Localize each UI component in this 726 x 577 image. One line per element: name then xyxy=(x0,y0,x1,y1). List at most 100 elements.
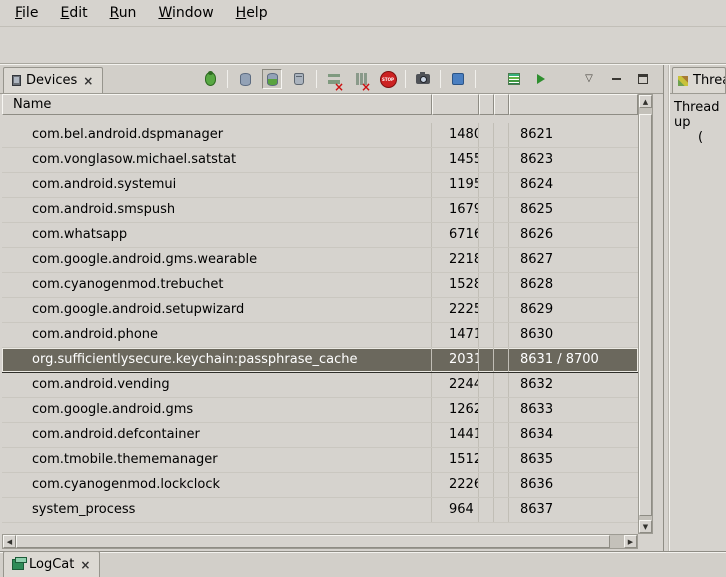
table-row[interactable]: org.sufficientlysecure.keychain:passphra… xyxy=(2,348,638,373)
cell-port: 8630 xyxy=(509,323,638,347)
horizontal-scroll-area: ◀ ▶ xyxy=(2,534,653,549)
scroll-up-icon[interactable]: ▲ xyxy=(639,95,652,108)
stop-process-icon[interactable]: STOP xyxy=(378,69,398,89)
table-row[interactable]: com.google.android.gms.wearable 22185 86… xyxy=(2,248,638,273)
method-profiling-icon[interactable] xyxy=(351,69,371,89)
scroll-down-icon[interactable]: ▼ xyxy=(639,520,652,533)
devices-panel: Devices × STOP xyxy=(0,65,664,551)
menu-edit[interactable]: Edit xyxy=(51,2,96,24)
cause-gc-icon[interactable] xyxy=(289,69,309,89)
vertical-scroll-thumb[interactable] xyxy=(639,114,652,516)
menu-bar: FileEditRunWindowHelp xyxy=(0,0,726,27)
column-header-name[interactable]: Name xyxy=(2,94,432,115)
cell-pid: 1195 xyxy=(432,173,479,197)
vertical-scrollbar[interactable]: ▲ ▼ xyxy=(638,94,653,534)
close-icon[interactable]: × xyxy=(82,74,94,88)
menu-help[interactable]: Help xyxy=(227,2,277,24)
table-row[interactable]: com.cyanogenmod.trebuchet 1528 8628 xyxy=(2,273,638,298)
cell-empty-2 xyxy=(494,148,509,172)
table-row[interactable]: system_process 964 8637 xyxy=(2,498,638,523)
cell-pid: 6716 xyxy=(432,223,479,247)
cell-port: 8624 xyxy=(509,173,638,197)
menu-run[interactable]: Run xyxy=(101,2,146,24)
cell-name: com.vonglasow.michael.satstat xyxy=(2,148,432,172)
menu-window[interactable]: Window xyxy=(149,2,222,24)
cell-pid: 14553 xyxy=(432,148,479,172)
table-row[interactable]: com.cyanogenmod.lockclock 22265 8636 xyxy=(2,473,638,498)
column-header-3[interactable] xyxy=(479,94,494,115)
column-header-port[interactable] xyxy=(509,94,638,115)
cell-port: 8627 xyxy=(509,248,638,272)
table-row[interactable]: com.bel.android.dspmanager 1480 8621 xyxy=(2,123,638,148)
column-header-pid[interactable] xyxy=(432,94,479,115)
tab-devices[interactable]: Devices × xyxy=(3,67,103,93)
table-header-row: Name xyxy=(2,94,638,115)
cell-name: com.whatsapp xyxy=(2,223,432,247)
tab-threads[interactable]: Threads xyxy=(672,67,726,93)
threads-tab-bar: Threads xyxy=(670,65,726,94)
device-table: Name com.bel.android.dspmanager 1480 862… xyxy=(2,94,653,534)
cell-name: com.google.android.gms.wearable xyxy=(2,248,432,272)
debug-process-icon[interactable] xyxy=(200,69,220,89)
cell-port: 8636 xyxy=(509,473,638,497)
cell-name: com.android.defcontainer xyxy=(2,423,432,447)
cell-empty-1 xyxy=(479,448,494,472)
threads-panel: Threads Thread up ( xyxy=(669,65,726,551)
cell-empty-2 xyxy=(494,223,509,247)
toolbar-separator xyxy=(405,70,406,88)
cell-empty-1 xyxy=(479,248,494,272)
horizontal-scrollbar[interactable]: ◀ ▶ xyxy=(2,534,638,549)
table-row[interactable]: com.android.vending 22440 8632 xyxy=(2,373,638,398)
cell-empty-1 xyxy=(479,123,494,147)
table-row[interactable]: com.whatsapp 6716 8626 xyxy=(2,223,638,248)
tab-logcat[interactable]: LogCat × xyxy=(3,551,100,577)
cell-empty-2 xyxy=(494,448,509,472)
view-hierarchy-icon[interactable] xyxy=(448,69,468,89)
table-row[interactable]: com.tmobile.thememanager 1512 8635 xyxy=(2,448,638,473)
table-row[interactable]: com.android.smspush 1679 8625 xyxy=(2,198,638,223)
scroll-right-icon[interactable]: ▶ xyxy=(624,535,637,548)
screen-capture-icon[interactable] xyxy=(413,69,433,89)
cell-pid: 22250 xyxy=(432,298,479,322)
green-arrow-icon xyxy=(537,74,545,84)
menu-file[interactable]: File xyxy=(6,2,47,24)
horizontal-scroll-thumb[interactable] xyxy=(16,535,610,548)
cell-name: com.android.vending xyxy=(2,373,432,397)
table-row[interactable]: com.google.android.gms 12623 8633 xyxy=(2,398,638,423)
cell-pid: 1480 xyxy=(432,123,479,147)
column-header-4[interactable] xyxy=(494,94,509,115)
cell-port: 8637 xyxy=(509,498,638,522)
update-heap-icon[interactable] xyxy=(235,69,255,89)
cell-port: 8626 xyxy=(509,223,638,247)
cell-name: system_process xyxy=(2,498,432,522)
logcat-panel: LogCat × xyxy=(0,551,726,577)
cell-empty-2 xyxy=(494,423,509,447)
scroll-left-icon[interactable]: ◀ xyxy=(3,535,16,548)
maximize-icon[interactable] xyxy=(633,69,653,89)
cell-empty-2 xyxy=(494,248,509,272)
cell-empty-1 xyxy=(479,173,494,197)
update-threads-icon[interactable] xyxy=(324,69,344,89)
view-menu-icon[interactable]: ▽ xyxy=(579,69,599,89)
opengl-trace-icon[interactable] xyxy=(531,69,551,89)
cell-pid: 1679 xyxy=(432,198,479,222)
minimize-icon[interactable] xyxy=(606,69,626,89)
cell-port: 8628 xyxy=(509,273,638,297)
table-row[interactable]: com.vonglasow.michael.satstat 14553 8623 xyxy=(2,148,638,173)
toolbar-separator xyxy=(440,70,441,88)
cell-empty-1 xyxy=(479,223,494,247)
table-row[interactable]: com.android.defcontainer 14411 8634 xyxy=(2,423,638,448)
dump-hprof-icon[interactable] xyxy=(262,69,282,89)
cell-empty-1 xyxy=(479,148,494,172)
horizontal-scroll-track[interactable] xyxy=(16,535,624,548)
table-row[interactable]: com.android.phone 1471 8630 xyxy=(2,323,638,348)
close-icon[interactable]: × xyxy=(79,558,91,572)
table-row[interactable]: com.android.systemui 1195 8624 xyxy=(2,173,638,198)
systrace-icon[interactable] xyxy=(504,69,524,89)
cell-empty-1 xyxy=(479,298,494,322)
vertical-scroll-track[interactable] xyxy=(639,108,652,520)
cell-pid: 1471 xyxy=(432,323,479,347)
table-row[interactable]: com.google.android.setupwizard 22250 862… xyxy=(2,298,638,323)
cell-name: org.sufficientlysecure.keychain:passphra… xyxy=(2,348,432,372)
cell-empty-2 xyxy=(494,473,509,497)
